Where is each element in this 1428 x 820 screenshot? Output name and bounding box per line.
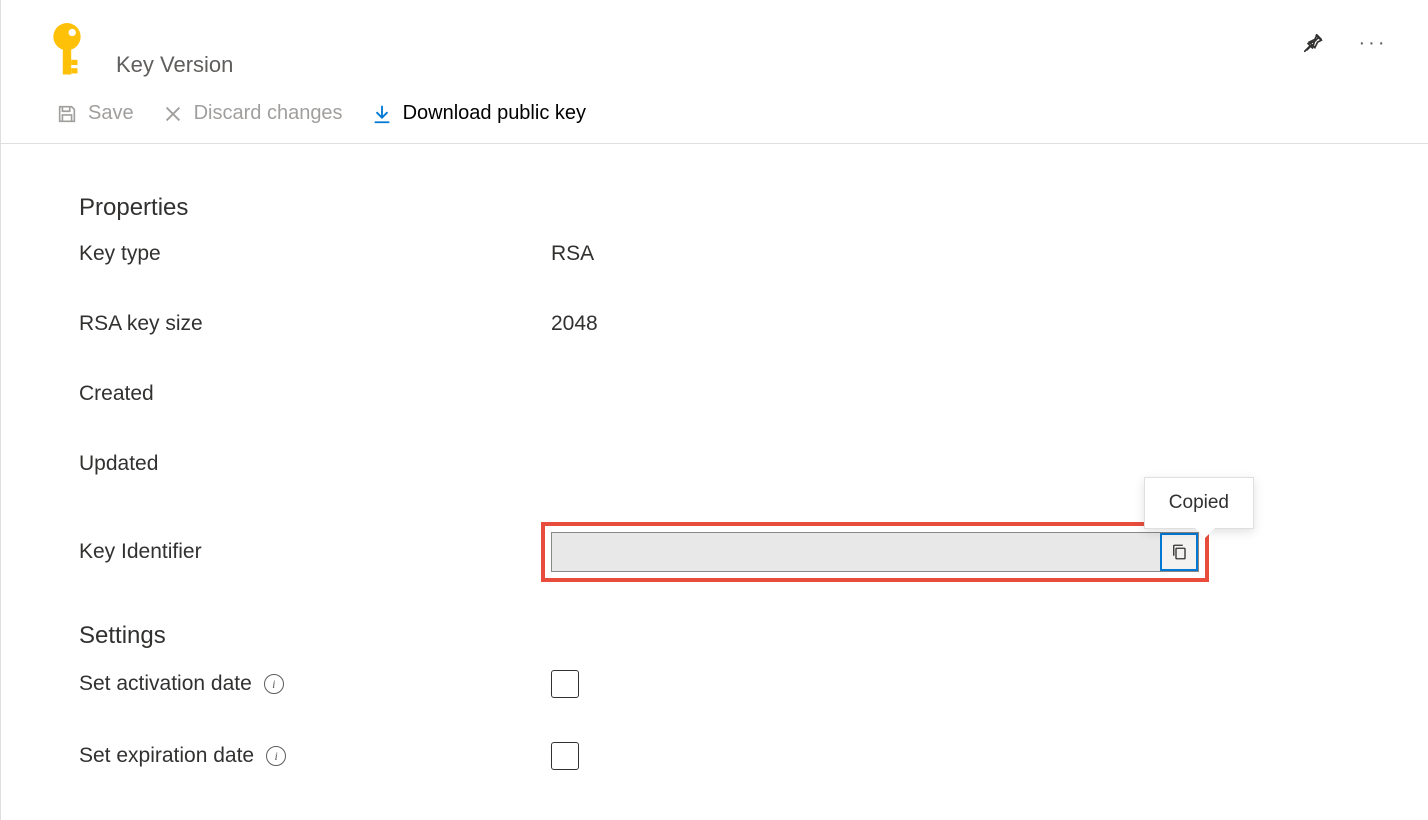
key-identifier-input[interactable] <box>552 533 1160 571</box>
more-button[interactable]: ··· <box>1358 28 1388 58</box>
settings-section: Settings Set activation date i Set expir… <box>79 622 1428 770</box>
key-type-row: Key type RSA <box>79 242 1428 266</box>
discard-button[interactable]: Discard changes <box>162 98 343 129</box>
copy-button[interactable] <box>1160 533 1198 571</box>
pin-icon <box>1302 32 1324 54</box>
key-icon <box>46 22 88 74</box>
key-identifier-row: Key Identifier Copied <box>79 522 1428 582</box>
close-icon <box>162 103 184 125</box>
download-icon <box>371 103 393 125</box>
key-identifier-highlight: Copied <box>541 522 1209 582</box>
activation-date-checkbox[interactable] <box>551 670 579 698</box>
key-identifier-label: Key Identifier <box>79 540 541 564</box>
key-type-value: RSA <box>551 242 594 266</box>
expiration-date-row: Set expiration date i <box>79 742 1428 770</box>
save-button[interactable]: Save <box>56 98 134 129</box>
key-identifier-field: Copied <box>551 532 1199 572</box>
properties-section: Properties Key type RSA RSA key size 204… <box>79 194 1428 582</box>
content: Properties Key type RSA RSA key size 204… <box>1 144 1428 770</box>
expiration-date-text: Set expiration date <box>79 744 254 768</box>
activation-date-label: Set activation date i <box>79 672 551 696</box>
ellipsis-icon: ··· <box>1359 32 1388 55</box>
activation-date-row: Set activation date i <box>79 670 1428 698</box>
expiration-date-checkbox[interactable] <box>551 742 579 770</box>
created-label: Created <box>79 382 551 406</box>
header: Key Version ··· <box>1 0 1428 88</box>
toolbar: Save Discard changes Download public key <box>1 88 1428 144</box>
save-icon <box>56 103 78 125</box>
download-public-key-button[interactable]: Download public key <box>371 98 586 129</box>
key-type-label: Key type <box>79 242 551 266</box>
save-label: Save <box>88 102 134 125</box>
updated-label: Updated <box>79 452 551 476</box>
info-icon[interactable]: i <box>264 674 284 694</box>
header-actions: ··· <box>1298 20 1398 58</box>
header-left: Key Version <box>46 20 233 78</box>
info-icon[interactable]: i <box>266 746 286 766</box>
activation-date-text: Set activation date <box>79 672 252 696</box>
properties-heading: Properties <box>79 194 1428 222</box>
pin-button[interactable] <box>1298 28 1328 58</box>
page-title: Key Version <box>116 20 233 78</box>
rsa-key-size-value: 2048 <box>551 312 598 336</box>
expiration-date-label: Set expiration date i <box>79 744 551 768</box>
discard-label: Discard changes <box>194 102 343 125</box>
updated-row: Updated <box>79 452 1428 476</box>
rsa-key-size-label: RSA key size <box>79 312 551 336</box>
copy-icon <box>1170 542 1188 562</box>
created-row: Created <box>79 382 1428 406</box>
download-label: Download public key <box>403 102 586 125</box>
copied-tooltip: Copied <box>1144 477 1254 529</box>
rsa-key-size-row: RSA key size 2048 <box>79 312 1428 336</box>
settings-heading: Settings <box>79 622 1428 650</box>
